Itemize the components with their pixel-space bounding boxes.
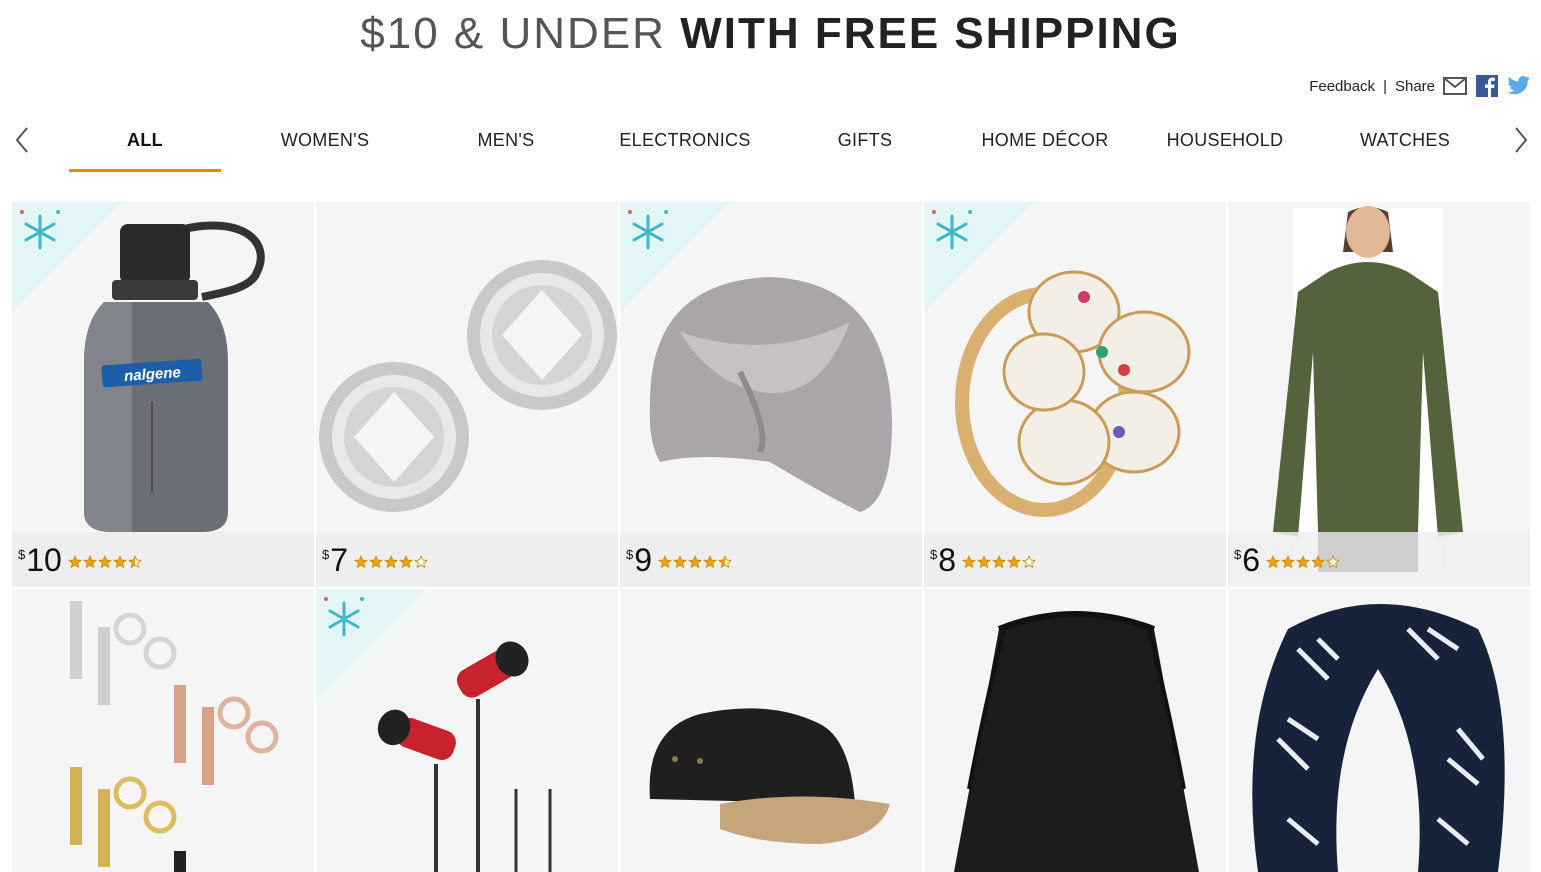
product-card[interactable] <box>1228 589 1530 872</box>
star-icon <box>384 554 398 568</box>
star-icon <box>369 554 383 568</box>
star-icon <box>688 554 702 568</box>
star-icon <box>354 554 368 568</box>
star-icon <box>414 554 428 568</box>
price-currency: $ <box>1234 546 1242 562</box>
share-label: Share <box>1394 77 1435 95</box>
product-image-scarf <box>1228 589 1530 872</box>
star-icon <box>127 554 142 568</box>
product-image-earbuds <box>316 589 618 872</box>
price-currency: $ <box>18 546 26 562</box>
banner-light-text: $10 & UNDER <box>360 9 666 58</box>
star-icon <box>82 554 97 568</box>
star-rating <box>962 554 1036 569</box>
email-icon[interactable] <box>1443 74 1467 98</box>
nav-next-button[interactable] <box>1509 126 1533 154</box>
star-icon <box>112 554 127 568</box>
product-card[interactable]: $ 7 <box>316 202 618 587</box>
star-rating <box>67 554 142 569</box>
product-card[interactable] <box>316 589 618 872</box>
tab-mens[interactable]: MEN'S <box>426 118 586 172</box>
price-amount: 7 <box>330 541 349 578</box>
price-currency: $ <box>322 546 330 562</box>
star-icon <box>977 554 991 568</box>
tab-all[interactable]: ALL <box>65 118 225 172</box>
star-rating <box>354 554 428 569</box>
product-card[interactable] <box>620 589 922 872</box>
tab-household[interactable]: HOUSEHOLD <box>1145 118 1305 172</box>
star-icon <box>67 554 82 568</box>
price-amount: 9 <box>634 541 653 578</box>
star-icon <box>1022 554 1036 568</box>
product-image-ring <box>924 202 1226 532</box>
star-rating <box>1266 554 1340 569</box>
snowflake-badge <box>924 202 1034 312</box>
product-card[interactable]: $ 6 <box>1228 202 1530 587</box>
star-icon <box>1326 554 1340 568</box>
product-info: $ 8 <box>924 532 1226 587</box>
price: $ 9 <box>626 543 652 577</box>
category-nav: ALL WOMEN'S MEN'S ELECTRONICS GIFTS HOME… <box>0 118 1541 174</box>
price: $ 10 <box>18 543 62 577</box>
snowflake-badge <box>12 202 122 312</box>
product-image-drawstring-bag <box>924 589 1226 872</box>
star-icon <box>399 554 413 568</box>
star-icon <box>1311 554 1325 568</box>
star-icon <box>1296 554 1310 568</box>
star-icon <box>1281 554 1295 568</box>
price-currency: $ <box>930 546 938 562</box>
twitter-icon[interactable] <box>1507 74 1531 98</box>
product-card[interactable]: $ 8 <box>924 202 1226 587</box>
product-info: $ 10 <box>12 532 314 587</box>
product-image-stud-earrings <box>12 589 314 872</box>
star-icon <box>1007 554 1021 568</box>
star-icon <box>97 554 112 568</box>
product-image-earrings <box>316 202 618 532</box>
star-icon <box>658 554 672 568</box>
product-card[interactable] <box>924 589 1226 872</box>
product-image-turban <box>620 202 922 532</box>
product-image-shirt <box>1228 202 1530 572</box>
price-currency: $ <box>626 546 634 562</box>
price: $ 8 <box>930 543 956 577</box>
facebook-icon[interactable] <box>1475 74 1499 98</box>
product-card[interactable]: $ 9 <box>620 202 922 587</box>
star-icon <box>718 554 732 568</box>
price: $ 7 <box>322 543 348 577</box>
nav-prev-button[interactable] <box>10 126 34 154</box>
share-bar: Feedback | Share <box>1309 74 1531 98</box>
tab-watches[interactable]: WATCHES <box>1325 118 1485 172</box>
tab-womens[interactable]: WOMEN'S <box>245 118 405 172</box>
star-icon <box>962 554 976 568</box>
snowflake-badge <box>316 589 426 699</box>
price-amount: 6 <box>1242 541 1261 578</box>
product-card[interactable] <box>12 589 314 872</box>
product-card[interactable]: nalgene $ 10 <box>12 202 314 587</box>
page-banner: $10 & UNDER WITH FREE SHIPPING <box>0 6 1541 62</box>
product-info: $ 9 <box>620 532 922 587</box>
star-rating <box>658 554 732 569</box>
product-image-cap <box>620 589 922 872</box>
snowflake-badge <box>620 202 730 312</box>
star-icon <box>992 554 1006 568</box>
price-amount: 10 <box>26 541 62 578</box>
banner-bold-text: WITH FREE SHIPPING <box>680 9 1181 58</box>
product-info: $ 7 <box>316 532 618 587</box>
chevron-left-icon <box>15 127 28 153</box>
product-image-water-bottle: nalgene <box>12 202 314 532</box>
price: $ 6 <box>1234 543 1260 577</box>
star-icon <box>673 554 687 568</box>
product-info: $ 6 <box>1228 532 1530 587</box>
tab-electronics[interactable]: ELECTRONICS <box>605 118 765 172</box>
feedback-link[interactable]: Feedback <box>1309 78 1375 95</box>
star-icon <box>1266 554 1280 568</box>
tab-home-decor[interactable]: HOME DÉCOR <box>965 118 1125 172</box>
share-separator: | <box>1383 77 1387 95</box>
chevron-right-icon <box>1515 127 1528 153</box>
price-amount: 8 <box>938 541 957 578</box>
tab-gifts[interactable]: GIFTS <box>785 118 945 172</box>
star-icon <box>703 554 717 568</box>
